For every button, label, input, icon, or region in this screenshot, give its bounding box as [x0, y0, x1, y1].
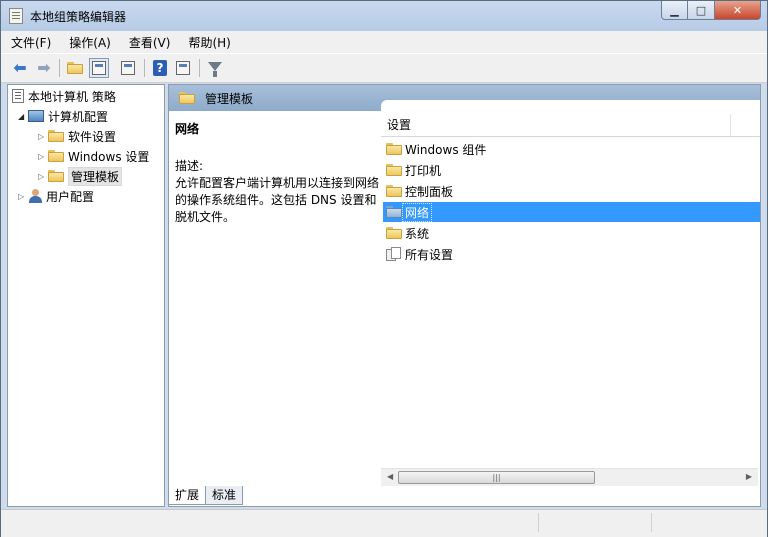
tree-label-user-config: 用户配置 [46, 189, 95, 204]
folder-icon [179, 92, 195, 104]
help-icon: ? [153, 60, 167, 76]
maximize-icon: □ [695, 3, 707, 17]
list-item-selected[interactable]: 网络 [383, 202, 760, 222]
scroll-thumb[interactable]: ||| [398, 471, 595, 484]
computer-icon [28, 110, 44, 122]
folder-icon [386, 227, 402, 239]
menu-bar: 文件(F) 操作(A) 查看(V) 帮助(H) [1, 31, 767, 53]
menu-help[interactable]: 帮助(H) [180, 34, 238, 51]
folder-icon [386, 164, 402, 176]
expand-arrow-icon[interactable]: ▷ [38, 152, 48, 161]
tree-label-software-settings: 软件设置 [68, 129, 117, 144]
forward-arrow-icon: ➡ [37, 58, 51, 77]
collapse-arrow-icon[interactable]: ◢ [18, 112, 28, 121]
filter-button[interactable] [205, 58, 225, 78]
details-pane: 管理模板 网络 描述: 允许配置客户端计算机用以连接到网络的操作系统组件。这包括… [168, 84, 761, 507]
toolbar: ⬅ ➡ ? [1, 53, 767, 83]
expand-arrow-icon[interactable]: ▷ [18, 192, 28, 201]
title-bar: 本地组策略编辑器 ▁ □ ✕ [1, 1, 767, 31]
export-list-icon [121, 61, 135, 75]
menu-file[interactable]: 文件(F) [3, 34, 59, 51]
tree-label-admin-templates: 管理模板 [68, 166, 123, 186]
window-title: 本地组策略编辑器 [30, 10, 127, 24]
description-panel: 网络 描述: 允许配置客户端计算机用以连接到网络的操作系统组件。这包括 DNS … [175, 121, 380, 226]
tree-item-user-config[interactable]: ▷ 用户配置 [18, 187, 94, 205]
scroll-left-icon[interactable]: ◀ [387, 472, 393, 481]
user-icon [28, 189, 42, 203]
details-header-title: 管理模板 [205, 91, 254, 106]
properties-icon [176, 61, 190, 75]
description-label: 描述: [175, 159, 204, 173]
status-bar [1, 509, 767, 537]
tree-item-admin-templates[interactable]: ▷ 管理模板 [38, 166, 123, 186]
tree-item-computer-config[interactable]: ◢ 计算机配置 [18, 107, 108, 125]
folder-icon [386, 206, 402, 218]
expand-arrow-icon[interactable]: ▷ [38, 172, 48, 181]
list-header: 设置 [381, 114, 760, 137]
column-header-setting[interactable]: 设置 [381, 114, 731, 136]
description-title: 网络 [175, 122, 200, 136]
filter-icon [208, 61, 222, 77]
tree-item-windows-settings[interactable]: ▷ Windows 设置 [38, 147, 149, 165]
back-button[interactable]: ⬅ [10, 58, 30, 78]
app-icon [9, 8, 23, 24]
expand-arrow-icon[interactable]: ▷ [38, 132, 48, 141]
settings-list[interactable]: 设置 Windows 组件 打印机 控制面板 网络 系统 所有设置 ◀ ||| … [381, 100, 760, 505]
list-item[interactable]: Windows 组件 [383, 139, 760, 159]
tree-pane[interactable]: 本地计算机 策略 ◢ 计算机配置 ▷ 软件设置 ▷ Windows 设置 ▷ 管… [7, 84, 165, 507]
back-arrow-icon: ⬅ [13, 58, 27, 77]
maximize-button[interactable]: □ [688, 1, 715, 20]
list-item[interactable]: 打印机 [383, 160, 760, 180]
main-window: 本地组策略编辑器 ▁ □ ✕ 文件(F) 操作(A) 查看(V) 帮助(H) ⬅… [0, 0, 768, 537]
tree-label-computer-config: 计算机配置 [48, 109, 109, 124]
tree-item-root[interactable]: 本地计算机 策略 [12, 87, 116, 105]
close-icon: ✕ [732, 3, 743, 17]
horizontal-scrollbar[interactable]: ◀ ||| ▶ [381, 468, 758, 486]
minimize-button[interactable]: ▁ [661, 1, 688, 20]
show-hide-tree-icon [92, 61, 106, 75]
tab-standard[interactable]: 标准 [205, 486, 244, 505]
list-item[interactable]: 系统 [383, 223, 760, 243]
menu-action[interactable]: 操作(A) [61, 34, 119, 51]
scroll-right-icon[interactable]: ▶ [746, 472, 752, 481]
forward-button[interactable]: ➡ [34, 58, 54, 78]
menu-view[interactable]: 查看(V) [121, 34, 179, 51]
tree-label-root: 本地计算机 策略 [28, 89, 116, 104]
close-button[interactable]: ✕ [715, 1, 761, 20]
up-folder-button[interactable] [65, 58, 85, 78]
folder-icon [386, 185, 402, 197]
view-tabs: 扩展 标准 [168, 486, 244, 506]
properties-button[interactable] [173, 58, 193, 78]
all-settings-icon [386, 247, 402, 261]
tree-item-software-settings[interactable]: ▷ 软件设置 [38, 127, 116, 145]
tab-extended[interactable]: 扩展 [168, 486, 207, 505]
description-text: 允许配置客户端计算机用以连接到网络的操作系统组件。这包括 DNS 设置和脱机文件… [175, 176, 380, 224]
up-folder-icon [67, 62, 83, 74]
minimize-icon: ▁ [670, 3, 679, 17]
list-item[interactable]: 所有设置 [383, 244, 760, 264]
list-item[interactable]: 控制面板 [383, 181, 760, 201]
help-button[interactable]: ? [150, 58, 170, 78]
folder-icon [48, 170, 64, 182]
show-hide-tree-button[interactable] [89, 58, 109, 78]
folder-icon [386, 143, 402, 155]
folder-icon [48, 150, 64, 162]
export-list-button[interactable] [118, 58, 138, 78]
folder-icon [48, 130, 64, 142]
tree-label-windows-settings: Windows 设置 [68, 149, 150, 164]
policy-icon [12, 89, 24, 103]
